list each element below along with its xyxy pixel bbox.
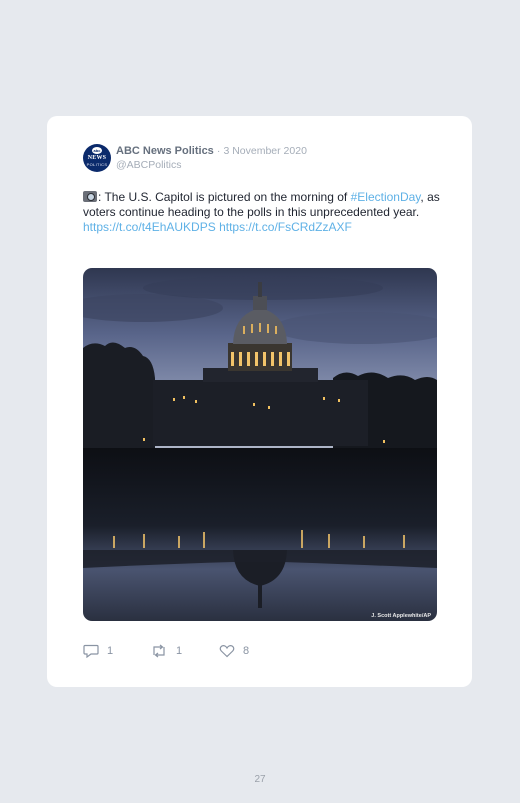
- like-button[interactable]: 8: [219, 643, 249, 659]
- like-count: 8: [243, 645, 250, 657]
- author-name[interactable]: ABC News Politics: [116, 145, 214, 157]
- photo-credit: J. Scott Applewhite/AP: [371, 613, 431, 619]
- separator: ·: [216, 145, 221, 157]
- tweet-actions: 1 1 8: [83, 643, 383, 659]
- tweet-date[interactable]: 3 November 2020: [223, 145, 306, 157]
- tweet-link-1[interactable]: https://t.co/t4EhAUKDPS: [83, 220, 216, 234]
- retweet-button[interactable]: 1: [150, 643, 182, 659]
- tweet-link-2[interactable]: https://t.co/FsCRdZzAXF: [219, 220, 352, 234]
- camera-icon: [83, 191, 97, 202]
- avatar[interactable]: abc NEWS POLITICS: [83, 144, 111, 172]
- hashtag-link[interactable]: #ElectionDay: [351, 190, 421, 204]
- reply-button[interactable]: 1: [83, 643, 113, 659]
- retweet-count: 1: [176, 645, 183, 657]
- tweet-header: abc NEWS POLITICS ABC News Politics · 3 …: [83, 144, 443, 174]
- page: abc NEWS POLITICS ABC News Politics · 3 …: [0, 0, 520, 803]
- author-line: ABC News Politics · 3 November 2020: [116, 144, 307, 158]
- author-handle[interactable]: @ABCPolitics: [116, 158, 182, 172]
- avatar-logo-middle: NEWS: [87, 155, 107, 161]
- avatar-logo-bottom: POLITICS: [86, 162, 108, 167]
- retweet-icon: [153, 644, 165, 658]
- reply-icon: [83, 644, 99, 658]
- tweet-photo[interactable]: J. Scott Applewhite/AP: [83, 268, 437, 621]
- page-number: 27: [254, 774, 266, 785]
- tweet-card: abc NEWS POLITICS ABC News Politics · 3 …: [47, 116, 472, 687]
- avatar-logo-top: abc: [92, 147, 102, 154]
- tweet-text: : The U.S. Capitol is pictured on the mo…: [83, 190, 448, 235]
- heart-icon: [219, 644, 235, 658]
- reply-count: 1: [107, 645, 114, 657]
- capitol-photo: [83, 268, 437, 621]
- tweet-text-part-1: : The U.S. Capitol is pictured on the mo…: [98, 190, 348, 204]
